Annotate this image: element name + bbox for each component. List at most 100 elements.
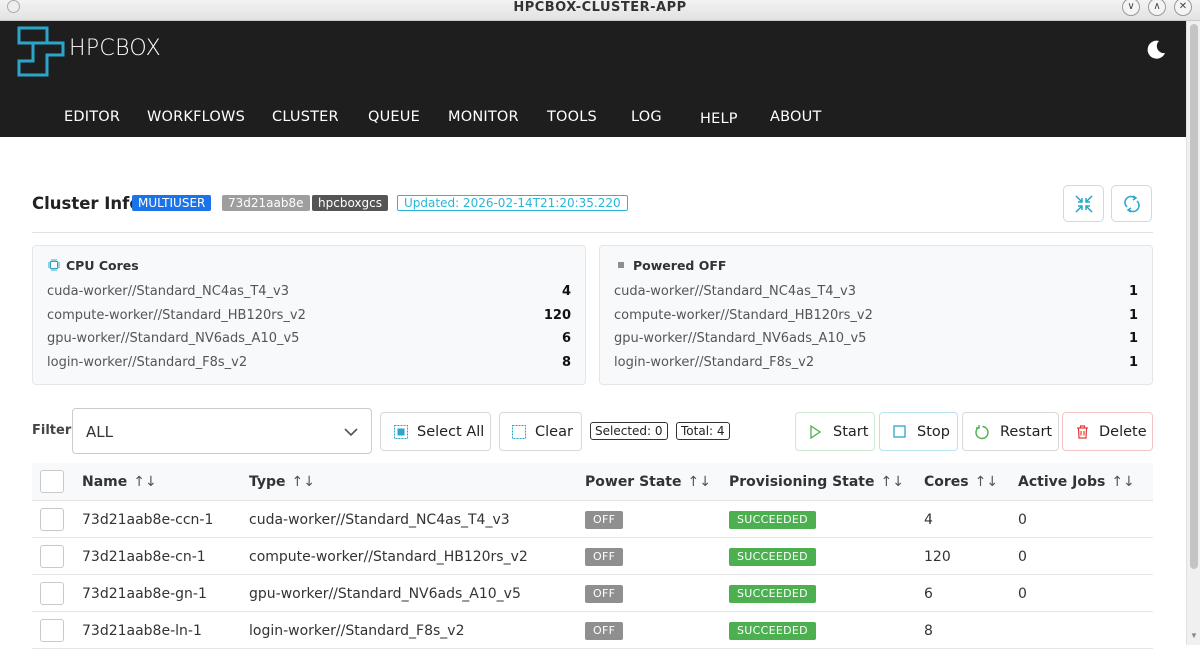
power-row-value: 1 — [1128, 331, 1138, 346]
cpu-row-value: 8 — [561, 355, 571, 370]
brand-name[interactable]: HPCBOX — [69, 36, 161, 61]
select-all-icon — [394, 425, 408, 439]
sort-icon[interactable]: ↑↓ — [881, 474, 904, 490]
column-header-label: Provisioning State — [729, 474, 875, 490]
clear-button[interactable]: Clear — [499, 412, 582, 451]
column-header-power-state[interactable]: Power State ↑↓ — [585, 474, 711, 490]
cell-name: 73d21aab8e-gn-1 — [82, 586, 207, 602]
sort-icon[interactable]: ↑↓ — [975, 474, 998, 490]
updated-timestamp: Updated: 2026-02-14T21:20:35.220 — [397, 195, 628, 211]
cpu-icon — [48, 259, 60, 271]
power-row: gpu-worker//Standard_NV6ads_A10_v5 1 — [614, 331, 1138, 351]
power-row: compute-worker//Standard_HB120rs_v2 1 — [614, 308, 1138, 328]
nav-log[interactable]: LOG — [631, 109, 662, 125]
nav-editor[interactable]: EDITOR — [64, 109, 120, 125]
collapse-icon — [1075, 195, 1093, 213]
cell-cores: 8 — [924, 623, 933, 639]
filter-select[interactable]: ALL — [72, 408, 372, 454]
cpu-row-value: 120 — [543, 308, 571, 323]
power-row-value: 1 — [1128, 284, 1138, 299]
table-row[interactable]: 73d21aab8e-ln-1 login-worker//Standard_F… — [32, 612, 1153, 649]
cell-type: gpu-worker//Standard_NV6ads_A10_v5 — [249, 586, 521, 602]
cpu-row-label: gpu-worker//Standard_NV6ads_A10_v5 — [47, 331, 300, 346]
column-header-name[interactable]: Name ↑↓ — [82, 474, 157, 490]
row-checkbox[interactable] — [40, 619, 64, 642]
stop-label: Stop — [917, 424, 950, 440]
powered-off-card: Powered OFF cuda-worker//Standard_NC4as_… — [599, 245, 1153, 385]
cell-type: compute-worker//Standard_HB120rs_v2 — [249, 549, 528, 565]
clear-label: Clear — [535, 424, 573, 440]
table-row[interactable]: 73d21aab8e-ccn-1 cuda-worker//Standard_N… — [32, 501, 1153, 538]
delete-button[interactable]: Delete — [1062, 412, 1153, 451]
column-header-provisioning-state[interactable]: Provisioning State ↑↓ — [729, 474, 904, 490]
cpu-row: cuda-worker//Standard_NC4as_T4_v3 4 — [47, 284, 571, 304]
sort-icon[interactable]: ↑↓ — [133, 474, 156, 490]
column-header-active-jobs[interactable]: Active Jobs ↑↓ — [1018, 474, 1135, 490]
refresh-button[interactable] — [1111, 185, 1152, 222]
stop-button[interactable]: Stop — [879, 412, 958, 451]
tag-cluster-id: 73d21aab8e — [222, 195, 310, 211]
cpu-cores-header: CPU Cores — [48, 258, 139, 273]
table-row[interactable]: 73d21aab8e-gn-1 gpu-worker//Standard_NV6… — [32, 575, 1153, 612]
moon-icon[interactable] — [1144, 38, 1168, 62]
power-row-label: compute-worker//Standard_HB120rs_v2 — [614, 308, 873, 323]
sort-icon[interactable]: ↑↓ — [688, 474, 711, 490]
cell-active-jobs: 0 — [1018, 586, 1027, 602]
filter-label: Filter — [32, 423, 72, 438]
table-row[interactable]: 73d21aab8e-cn-1 compute-worker//Standard… — [32, 538, 1153, 575]
filter-value: ALL — [86, 423, 113, 441]
scrollbar-thumb[interactable] — [1190, 24, 1198, 569]
cpu-row: gpu-worker//Standard_NV6ads_A10_v5 6 — [47, 331, 571, 351]
power-row-value: 1 — [1128, 308, 1138, 323]
nav-cluster[interactable]: CLUSTER — [272, 109, 339, 125]
row-checkbox[interactable] — [40, 508, 64, 531]
cell-type: login-worker//Standard_F8s_v2 — [249, 623, 465, 639]
table-header: Name ↑↓ Type ↑↓ Power State ↑↓ Provisioning… — [32, 463, 1153, 501]
total-count: Total: 4 — [676, 422, 730, 440]
cpu-row-value: 4 — [561, 284, 571, 299]
column-header-type[interactable]: Type ↑↓ — [249, 474, 315, 490]
nav-tools[interactable]: TOOLS — [547, 109, 597, 125]
nav-workflows[interactable]: WORKFLOWS — [147, 109, 245, 125]
cpu-row-label: cuda-worker//Standard_NC4as_T4_v3 — [47, 284, 290, 299]
refresh-icon — [1124, 195, 1140, 213]
app-header: HPCBOX EDITOR WORKFLOWS CLUSTER QUEUE MO… — [0, 21, 1186, 137]
cpu-row-label: login-worker//Standard_F8s_v2 — [47, 355, 248, 370]
cell-active-jobs: 0 — [1018, 549, 1027, 565]
nav-queue[interactable]: QUEUE — [368, 109, 420, 125]
sort-icon[interactable]: ↑↓ — [292, 474, 315, 490]
row-checkbox[interactable] — [40, 545, 64, 568]
sort-icon[interactable]: ↑↓ — [1111, 474, 1134, 490]
nav-about[interactable]: ABOUT — [770, 109, 822, 125]
powered-off-title: Powered OFF — [633, 258, 727, 273]
cell-cores: 120 — [924, 549, 951, 565]
powered-off-header: Powered OFF — [615, 258, 726, 273]
delete-label: Delete — [1099, 424, 1147, 440]
power-state-badge: OFF — [585, 622, 624, 640]
power-row-value: 1 — [1128, 355, 1138, 370]
collapse-button[interactable] — [1063, 185, 1104, 222]
nav-monitor[interactable]: MONITOR — [448, 109, 519, 125]
cell-cores: 6 — [924, 586, 933, 602]
chevron-down-icon — [344, 428, 358, 437]
cell-active-jobs: 0 — [1018, 512, 1027, 528]
cpu-row: login-worker//Standard_F8s_v2 8 — [47, 355, 571, 375]
hpcbox-logo[interactable] — [17, 25, 65, 77]
nav-help[interactable]: HELP — [700, 111, 738, 127]
select-all-button[interactable]: Select All — [380, 412, 491, 451]
column-header-label: Power State — [585, 474, 682, 490]
column-header-label: Type — [249, 474, 286, 490]
start-button[interactable]: Start — [795, 412, 875, 451]
power-state-badge: OFF — [585, 511, 624, 529]
page-scrollbar[interactable]: ▼ — [1186, 21, 1200, 645]
power-row-label: login-worker//Standard_F8s_v2 — [614, 355, 815, 370]
restart-button[interactable]: Restart — [962, 412, 1059, 451]
scroll-down-icon[interactable]: ▼ — [1190, 631, 1198, 640]
clear-selection-icon — [512, 425, 526, 439]
section-divider — [32, 232, 1153, 233]
column-header-cores[interactable]: Cores ↑↓ — [924, 474, 998, 490]
select-all-checkbox[interactable] — [40, 470, 64, 493]
row-checkbox[interactable] — [40, 582, 64, 605]
cpu-cores-card: CPU Cores cuda-worker//Standard_NC4as_T4… — [32, 245, 586, 385]
tag-cluster-name: hpcboxgcs — [312, 195, 388, 211]
